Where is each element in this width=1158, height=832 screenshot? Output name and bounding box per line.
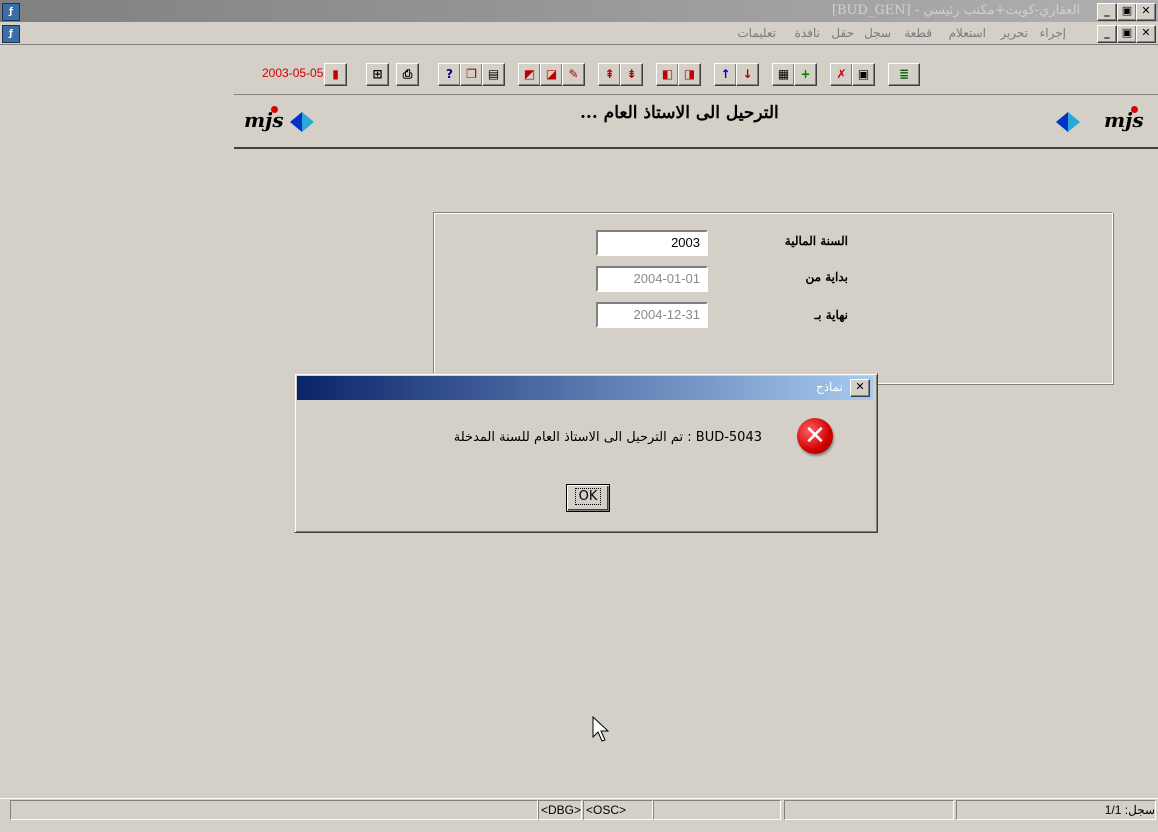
paste-icon[interactable]: ▤ [482,63,505,86]
window-title-bar: ƒ العقاري-كويت+مكتب رئيسي - [BUD_GEN] _ … [0,0,1158,22]
status-cell-1 [653,800,781,820]
toolbar-date: 2003-05-05 [262,66,324,80]
insert-icon[interactable]: ▦ [772,63,795,86]
next-record-icon[interactable]: ◨ [678,63,701,86]
start-date-field[interactable]: 2004-01-01 [596,266,708,292]
menu-block[interactable]: قطعة [904,26,932,40]
menu-action[interactable]: إجراء [1040,26,1066,40]
menu-edit[interactable]: تحرير [1000,26,1028,40]
new-record-icon[interactable]: + [794,63,817,86]
dialog-title: نماذج [815,380,843,394]
mjs-logo: mjs [1104,106,1144,132]
dialog-title-bar: نماذج ✕ [297,376,873,400]
status-dbg: <DBG> [538,800,582,820]
menu-window[interactable]: نافذة [795,26,820,40]
menu-field[interactable]: حقل [831,26,854,40]
mouse-cursor-icon [592,716,610,742]
print-setup-icon[interactable]: ⊞ [366,63,389,86]
window-title: العقاري-كويت+مكتب رئيسي - [BUD_GEN] [831,3,1080,18]
ok-button[interactable]: OK [566,484,610,512]
form-title: الترحيل الى الاستاذ العام ... [580,103,779,123]
list-values-icon[interactable]: ≣ [888,63,920,86]
print-icon[interactable]: ⎙ [396,63,419,86]
start-date-label: بداية من [805,270,849,284]
dialog-message: BUD-5043 : تم الترحيل الى الاستاذ العام … [453,430,762,445]
enter-query-icon[interactable]: ◩ [518,63,541,86]
status-cell-2 [784,800,954,820]
prev-record-icon[interactable]: ◧ [656,63,679,86]
restore-button[interactable]: ▣ [1117,3,1137,21]
copy-icon[interactable]: ❐ [460,63,483,86]
dialog-close-button[interactable]: ✕ [850,379,870,397]
end-date-field[interactable]: 2004-12-31 [596,302,708,328]
status-message [10,800,538,820]
edit-icon[interactable]: ✎ [562,63,585,86]
fiscal-year-field[interactable]: 2003 [596,230,708,256]
forward-arrow-icon[interactable] [1056,112,1092,132]
menu-help[interactable]: تعليمات [737,26,776,40]
status-record: سجل: 1/1 [956,800,1156,820]
minimize-button[interactable]: _ [1097,3,1117,21]
prev-block-icon[interactable]: ⇞ [598,63,621,86]
end-date-label: نهاية بـ [814,308,848,322]
status-osc: <OSC> [583,800,653,820]
ok-label: OK [574,488,602,505]
execute-query-icon[interactable]: ◪ [540,63,563,86]
menu-query[interactable]: استعلام [949,26,986,40]
mjs-logo: mjs [244,106,284,132]
next-block-icon[interactable]: ⇟ [620,63,643,86]
save-icon[interactable]: ▣ [852,63,875,86]
doc-minimize-button[interactable]: _ [1097,25,1117,43]
error-icon: ✕ [797,418,833,454]
exit-icon[interactable]: ▮ [324,63,347,86]
back-arrow-icon[interactable] [290,112,326,132]
document-icon[interactable]: ƒ [2,25,20,43]
close-button[interactable]: ✕ [1136,3,1156,21]
menu-record[interactable]: سجل [864,26,891,40]
help-icon[interactable]: ? [438,63,461,86]
doc-close-button[interactable]: ✕ [1136,25,1156,43]
form-panel [433,212,1113,384]
arrow-down-icon[interactable]: ↓ [736,63,759,86]
delete-record-icon[interactable]: ✗ [830,63,853,86]
menu-bar: ƒ _ ▣ ✕ إجراء تحرير استعلام قطعة سجل حقل… [0,22,1158,45]
arrow-up-icon[interactable]: ↑ [714,63,737,86]
doc-restore-button[interactable]: ▣ [1117,25,1137,43]
fiscal-year-label: السنة المالية [784,234,848,248]
app-icon[interactable]: ƒ [2,3,20,21]
